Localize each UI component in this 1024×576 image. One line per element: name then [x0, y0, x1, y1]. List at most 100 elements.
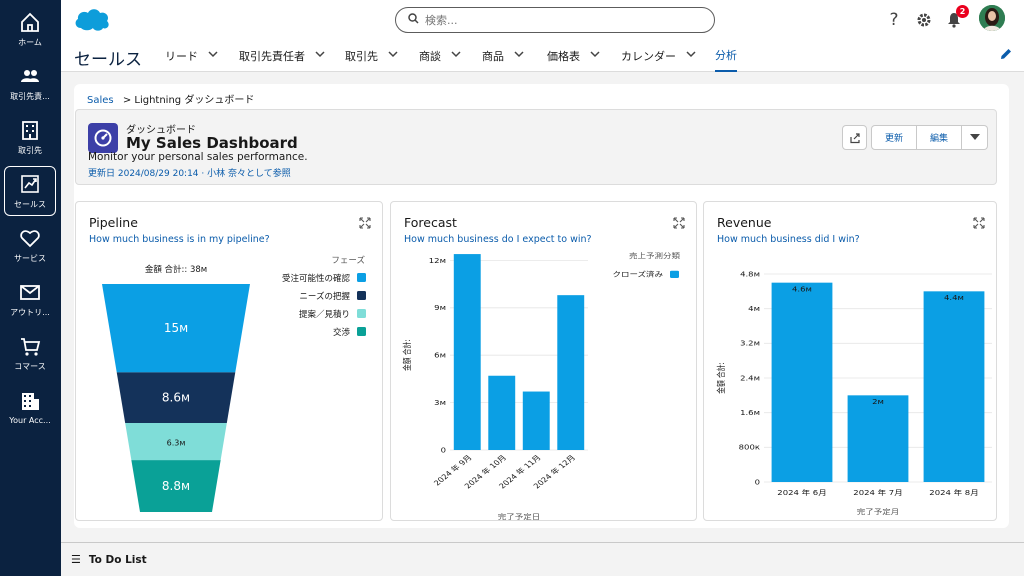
rail-item-label: コマース [14, 361, 46, 371]
x-tick-label: 2024 年 6月 [777, 488, 826, 497]
contacts-icon [19, 65, 41, 87]
more-actions-button[interactable] [962, 125, 988, 150]
breadcrumb-separator: > [122, 95, 132, 106]
chart-trend-icon [19, 173, 41, 195]
search-icon [408, 13, 419, 27]
legend-entry: ニーズの把握 [299, 291, 350, 302]
help-icon[interactable]: ? [884, 10, 904, 30]
rail-item-label: アウトリ... [10, 307, 50, 317]
y-tick-label: 9м [434, 304, 446, 312]
nav-tab-6[interactable]: カレンダー [621, 40, 696, 72]
y-tick-label: 4.8м [740, 270, 760, 278]
bar-data-label: 4.4м [944, 294, 964, 302]
dashboard-gauge-icon [88, 123, 118, 153]
building-icon [19, 119, 41, 141]
nav-tab-label: 分析 [715, 49, 737, 62]
rail-item-label: 取引先責... [10, 91, 50, 101]
nav-tab-4[interactable]: 商品 [482, 40, 524, 72]
search-input[interactable] [425, 13, 685, 27]
legend-swatch [357, 273, 366, 282]
cart-icon [19, 335, 41, 357]
legend-title: フェーズ [331, 255, 365, 266]
rail-item-6[interactable]: コマース [4, 328, 56, 378]
rail-item-2[interactable]: 取引先 [4, 112, 56, 162]
app-launcher-rail: ホーム取引先責... 取引先 セールスサービスアウトリ... コマース Your Acc… [0, 0, 61, 576]
global-header: ? 2 [61, 0, 1024, 40]
rail-item-7[interactable]: Your Acc... [4, 382, 56, 432]
nav-tab-5[interactable]: 価格表 [547, 40, 600, 72]
salesforce-logo[interactable] [73, 6, 111, 36]
nav-tab-3[interactable]: 商談 [419, 40, 461, 72]
y-tick-label: 2.4м [740, 374, 760, 382]
nav-tab-label: 価格表 [547, 50, 580, 63]
x-axis-title: 完了予定月 [857, 507, 899, 516]
revenue-bar-chart: 0 800к 1.6м 2.4м 3.2м 4м 4.8м 4.6м 2024 年 6月 2м 20… [715, 270, 992, 516]
gear-icon[interactable] [914, 10, 934, 30]
breadcrumb-root-link[interactable]: Sales [87, 95, 114, 106]
funnel-total-label: 金額 合計:: 38м [145, 264, 207, 275]
rail-item-1[interactable]: 取引先責... [4, 58, 56, 108]
y-tick-label: 6м [434, 351, 446, 359]
dashboard-description: Monitor your personal sales performance. [88, 151, 308, 163]
dashboard-title: My Sales Dashboard [126, 134, 298, 152]
user-avatar[interactable] [979, 5, 1005, 31]
share-button[interactable] [842, 125, 867, 150]
rail-item-3[interactable]: セールス [4, 166, 56, 216]
y-tick-label: 12м [429, 257, 446, 265]
todo-list-label: To Do List [88, 553, 147, 566]
dashboard-page: Sales > Lightning ダッシュボード ダッシュボード My Sal… [74, 84, 1009, 528]
chevron-down-icon [969, 134, 980, 140]
refresh-button[interactable]: 更新 [871, 125, 917, 150]
rail-item-label: Your Acc... [9, 415, 51, 425]
legend-swatch [357, 327, 366, 336]
legend-title: 売上予測分類 [629, 251, 680, 260]
chevron-down-icon[interactable] [451, 51, 461, 61]
nav-tab-2[interactable]: 取引先 [345, 40, 398, 72]
dashboard-header: ダッシュボード My Sales Dashboard Monitor your … [75, 109, 997, 185]
bar [847, 395, 909, 482]
rail-item-5[interactable]: アウトリ... [4, 274, 56, 324]
chevron-down-icon[interactable] [514, 51, 524, 61]
notification-count-badge: 2 [956, 5, 969, 18]
rail-item-label: サービス [14, 253, 46, 263]
home-icon [19, 11, 41, 33]
x-tick-label: 2024 年 7月 [853, 488, 902, 497]
nav-tab-1[interactable]: 取引先責任者 [239, 40, 325, 72]
nav-tab-label: 取引先 [345, 50, 378, 63]
notification-bell-icon[interactable]: 2 [944, 5, 969, 30]
legend-swatch [670, 270, 679, 278]
dashboard-actions: 更新 編集 [842, 125, 988, 150]
y-tick-label: 3.2м [740, 340, 760, 348]
legend-entry: 受注可能性の確認 [282, 273, 351, 284]
global-search[interactable] [395, 7, 715, 33]
bar-data-label: 2м [872, 398, 884, 406]
edit-nav-pencil-icon[interactable] [1000, 48, 1012, 64]
app-nav-bar: セールス リード 取引先責任者 取引先 商談 商品 価格表 カレンダー 分析 [61, 40, 1024, 72]
legend-swatch [357, 291, 366, 300]
y-axis-title: 金額 合計: [401, 339, 412, 371]
nav-tab-7[interactable]: 分析 [715, 40, 737, 72]
todo-list-utility[interactable]: ☰ To Do List [61, 542, 1024, 576]
dashboard-refresh-meta[interactable]: 更新日 2024/08/29 20:14 · 小林 奈々として参照 [88, 166, 291, 179]
edit-button[interactable]: 編集 [917, 125, 962, 150]
pipeline-funnel-chart: 金額 合計:: 38м15м8.6м6.3м8.8м フェーズ受注可能性の確認ニー… [102, 255, 366, 512]
y-axis-title: 金額 合計: [715, 362, 726, 394]
chevron-down-icon[interactable] [590, 51, 600, 61]
chevron-down-icon[interactable] [315, 51, 325, 61]
y-tick-label: 3м [434, 399, 446, 407]
heart-icon [19, 227, 41, 249]
chevron-down-icon[interactable] [686, 51, 696, 61]
nav-tab-label: 商品 [482, 50, 504, 63]
revenue-card: Revenue How much business did I win? 0 80… [703, 201, 997, 521]
chevron-down-icon[interactable] [208, 51, 218, 61]
y-tick-label: 0 [441, 446, 447, 454]
nav-tab-0[interactable]: リード [165, 40, 218, 72]
bar [557, 295, 585, 450]
bar [453, 254, 481, 450]
forecast-bar-chart: 03м6м9м12м2024 年 9月2024 年 10月2024 年 11月2… [401, 251, 680, 520]
y-tick-label: 0 [755, 478, 761, 486]
rail-item-0[interactable]: ホーム [4, 4, 56, 54]
rail-item-4[interactable]: サービス [4, 220, 56, 270]
chevron-down-icon[interactable] [388, 51, 398, 61]
breadcrumb-current: Lightning ダッシュボード [134, 95, 255, 106]
